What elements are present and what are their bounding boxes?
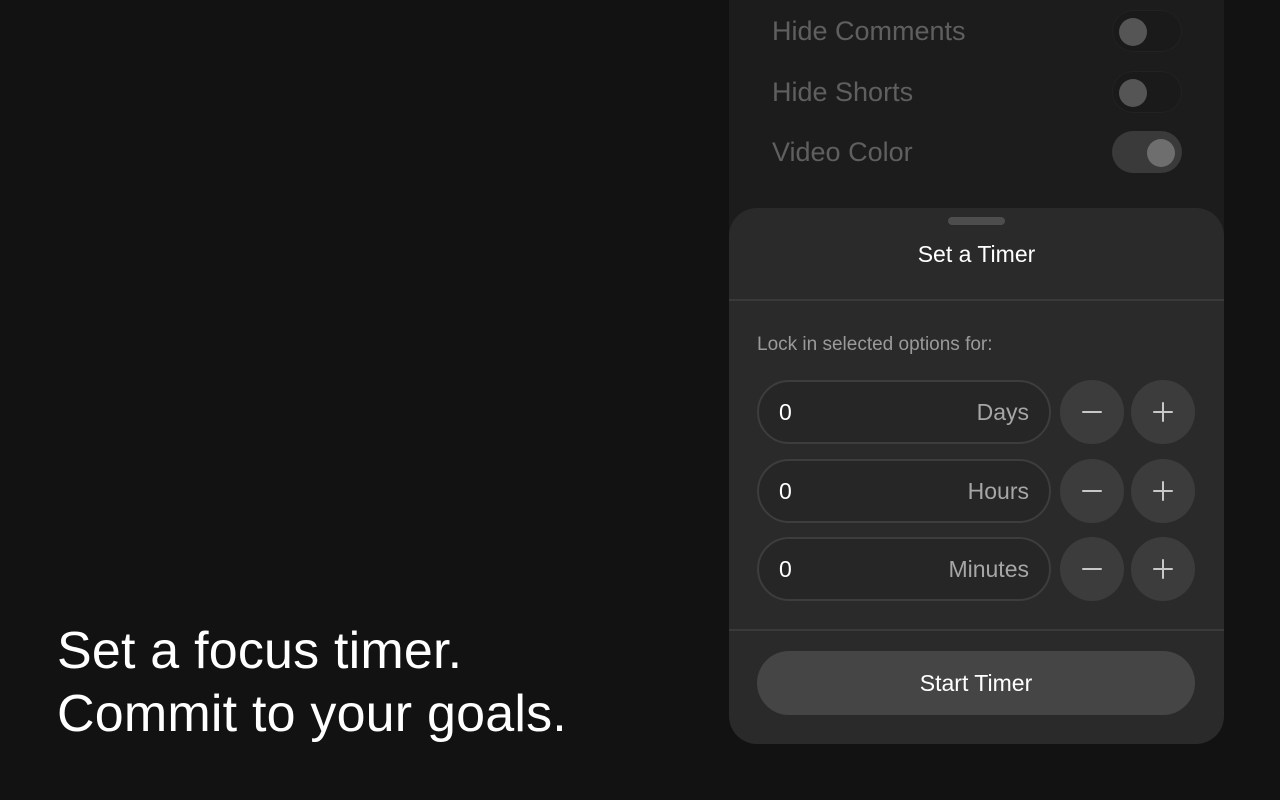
minus-icon xyxy=(1082,411,1102,413)
plus-icon xyxy=(1153,402,1173,422)
timer-sheet: Set a Timer Lock in selected options for… xyxy=(729,208,1224,744)
setting-row-video-color: Video Color xyxy=(772,131,1182,175)
toggle-knob xyxy=(1119,18,1147,46)
start-timer-button[interactable]: Start Timer xyxy=(757,651,1195,715)
minutes-decrement-button[interactable] xyxy=(1060,537,1124,601)
days-unit-label: Days xyxy=(976,399,1029,425)
divider xyxy=(729,299,1224,301)
plus-icon xyxy=(1153,481,1173,501)
lock-in-label: Lock in selected options for: xyxy=(757,334,993,355)
headline-line-2: Commit to your goals. xyxy=(57,685,567,743)
days-decrement-button[interactable] xyxy=(1060,380,1124,444)
hours-row: 0 Hours xyxy=(757,459,1195,523)
hours-decrement-button[interactable] xyxy=(1060,459,1124,523)
setting-row-hide-shorts: Hide Shorts xyxy=(772,71,1182,115)
video-color-toggle[interactable] xyxy=(1112,131,1182,173)
days-field[interactable]: 0 Days xyxy=(757,380,1051,444)
minutes-value[interactable]: 0 xyxy=(779,556,792,583)
setting-row-hide-comments: Hide Comments xyxy=(772,10,1182,54)
minutes-increment-button[interactable] xyxy=(1131,537,1195,601)
days-increment-button[interactable] xyxy=(1131,380,1195,444)
sheet-title: Set a Timer xyxy=(917,241,1036,267)
settings-panel: Hide Comments Hide Shorts Video Color xyxy=(729,0,1224,240)
setting-label-hide-comments: Hide Comments xyxy=(772,16,966,46)
hide-comments-toggle[interactable] xyxy=(1112,10,1182,52)
days-value[interactable]: 0 xyxy=(779,399,792,426)
minus-icon xyxy=(1082,490,1102,492)
hours-value[interactable]: 0 xyxy=(779,478,792,505)
hours-increment-button[interactable] xyxy=(1131,459,1195,523)
headline: Set a focus timer. Commit to your goals. xyxy=(57,620,567,746)
setting-label-hide-shorts: Hide Shorts xyxy=(772,77,914,107)
setting-label-video-color: Video Color xyxy=(772,137,913,167)
minus-icon xyxy=(1082,568,1102,570)
hours-unit-label: Hours xyxy=(967,478,1029,504)
sheet-grabber-handle[interactable] xyxy=(948,217,1005,225)
divider xyxy=(729,629,1224,631)
plus-icon xyxy=(1153,559,1173,579)
hide-shorts-toggle[interactable] xyxy=(1112,71,1182,113)
minutes-unit-label: Minutes xyxy=(948,556,1029,582)
days-row: 0 Days xyxy=(757,380,1195,444)
minutes-row: 0 Minutes xyxy=(757,537,1195,601)
headline-line-1: Set a focus timer. xyxy=(57,622,463,680)
minutes-field[interactable]: 0 Minutes xyxy=(757,537,1051,601)
toggle-knob xyxy=(1147,139,1175,167)
toggle-knob xyxy=(1119,79,1147,107)
hours-field[interactable]: 0 Hours xyxy=(757,459,1051,523)
